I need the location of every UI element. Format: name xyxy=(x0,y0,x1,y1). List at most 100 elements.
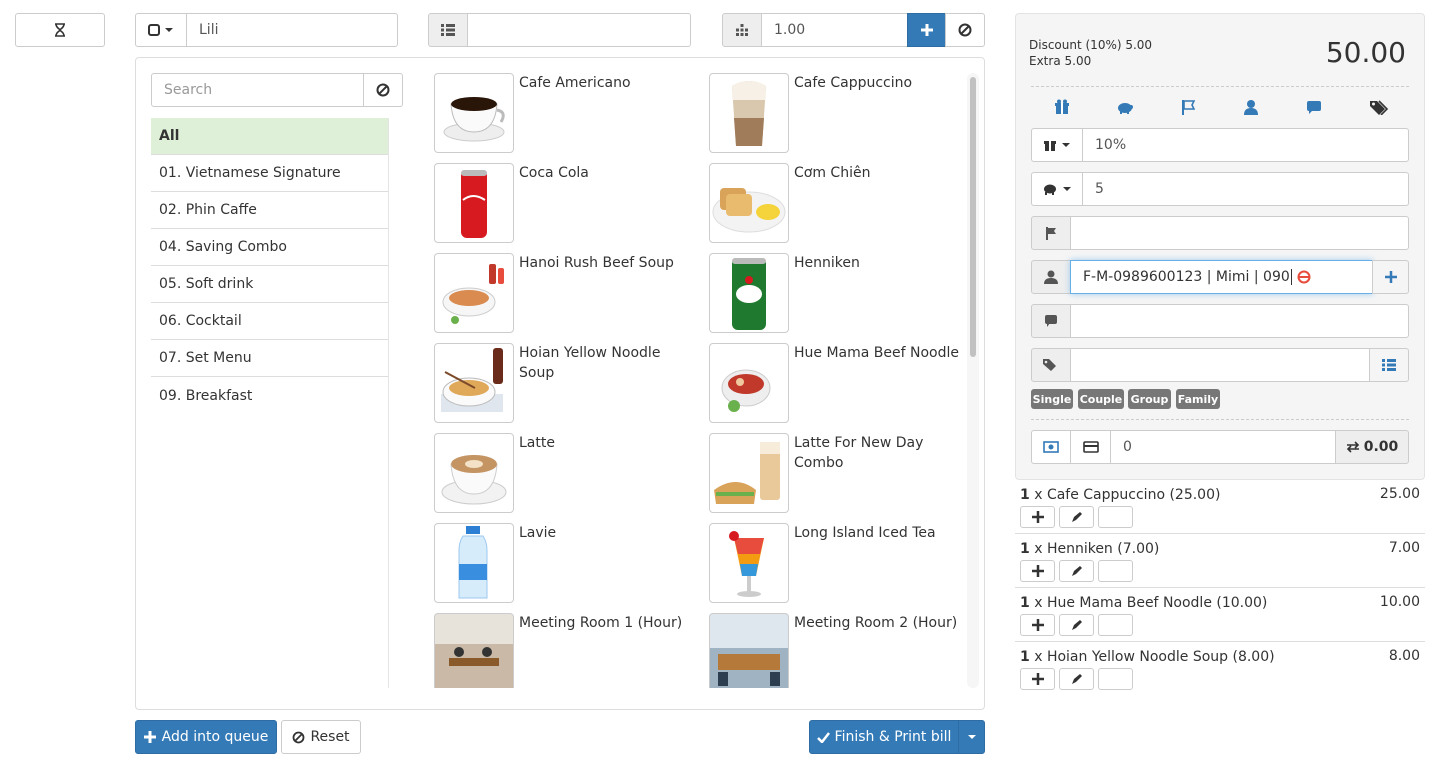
note-input[interactable] xyxy=(1070,304,1409,338)
product-image-com-chien[interactable] xyxy=(709,163,789,243)
product-name[interactable]: Cafe Cappuccino xyxy=(794,73,964,93)
category-all[interactable]: All xyxy=(151,118,388,155)
delete-line-button[interactable] xyxy=(1098,614,1133,636)
product-image-latte-for-new-day-combo[interactable] xyxy=(709,433,789,513)
add-customer-button[interactable] xyxy=(1372,260,1409,294)
delete-line-button[interactable] xyxy=(1098,668,1133,690)
tab-customer[interactable] xyxy=(1243,99,1259,115)
category-soft-drink[interactable]: 05. Soft drink xyxy=(151,266,388,303)
tags-input[interactable] xyxy=(1070,348,1370,382)
list-icon xyxy=(441,24,455,36)
search-input[interactable]: Search xyxy=(151,73,364,107)
clear-search-button[interactable] xyxy=(363,73,403,107)
timer-button[interactable] xyxy=(15,13,105,47)
tag-single[interactable]: Single xyxy=(1031,389,1073,409)
product-image-hoian-yellow-noodle-soup[interactable] xyxy=(434,343,514,423)
finish-print-bill-button[interactable]: Finish & Print bill xyxy=(809,720,959,754)
category-breakfast[interactable]: 09. Breakfast xyxy=(151,377,388,414)
add-quantity-button[interactable] xyxy=(907,13,946,47)
product-name[interactable]: Long Island Iced Tea xyxy=(794,523,964,543)
tab-discount[interactable] xyxy=(1054,99,1072,115)
product-image-cafe-americano[interactable] xyxy=(434,73,514,153)
tab-note[interactable] xyxy=(1306,99,1322,115)
category-scrollbar[interactable] xyxy=(388,118,404,688)
tag-group[interactable]: Group xyxy=(1128,389,1171,409)
product-name[interactable]: Hanoi Rush Beef Soup xyxy=(519,253,689,273)
order-line-name[interactable]: 1 x Hue Mama Beef Noodle (10.00) xyxy=(1020,595,1267,611)
category-saving-combo[interactable]: 04. Saving Combo xyxy=(151,229,388,266)
edit-line-button[interactable] xyxy=(1059,614,1094,636)
user-icon xyxy=(1044,270,1058,284)
payment-amount-value: 0 xyxy=(1123,439,1132,455)
tag-family[interactable]: Family xyxy=(1176,389,1220,409)
product-name[interactable]: Coca Cola xyxy=(519,163,689,183)
category-cocktail[interactable]: 06. Cocktail xyxy=(151,303,388,340)
quantity-input[interactable]: 1.00 xyxy=(761,13,908,47)
product-image-long-island-iced-tea[interactable] xyxy=(709,523,789,603)
tab-tags[interactable] xyxy=(1369,99,1389,116)
product-image-hanoi-rush-beef-soup[interactable] xyxy=(434,253,514,333)
product-name[interactable]: Hue Mama Beef Noodle xyxy=(794,343,964,363)
text-cursor xyxy=(1290,269,1292,285)
flag-input[interactable] xyxy=(1070,216,1409,250)
product-image-meeting-room-2[interactable] xyxy=(709,613,789,688)
customer-type-dropdown[interactable] xyxy=(135,13,187,47)
product-name[interactable]: Hoian Yellow Noodle Soup xyxy=(519,343,689,383)
tab-extra[interactable] xyxy=(1116,99,1134,115)
payment-amount-input[interactable]: 0 xyxy=(1110,430,1336,464)
edit-line-button[interactable] xyxy=(1059,668,1094,690)
order-line-total: 8.00 xyxy=(1388,648,1420,664)
discount-input[interactable]: 10% xyxy=(1082,128,1409,162)
table-list-button[interactable] xyxy=(428,13,468,47)
product-name[interactable]: Henniken xyxy=(794,253,964,273)
order-line-name[interactable]: 1 x Henniken (7.00) xyxy=(1020,541,1159,557)
category-vietnamese-signature[interactable]: 01. Vietnamese Signature xyxy=(151,155,388,192)
edit-line-button[interactable] xyxy=(1059,506,1094,528)
product-image-coca-cola[interactable] xyxy=(434,163,514,243)
product-image-latte[interactable] xyxy=(434,433,514,513)
card-payment-button[interactable] xyxy=(1070,430,1111,464)
customer-input[interactable]: F-M-0989600123 | Mimi | 090 xyxy=(1070,260,1373,294)
cash-payment-button[interactable] xyxy=(1031,430,1071,464)
increase-qty-button[interactable] xyxy=(1020,506,1055,528)
table-input[interactable] xyxy=(467,13,691,47)
square-icon xyxy=(148,24,160,36)
tag-couple[interactable]: Couple xyxy=(1078,389,1124,409)
product-image-hue-mama-beef-noodle[interactable] xyxy=(709,343,789,423)
product-name[interactable]: Cơm Chiên xyxy=(794,163,964,183)
clear-quantity-button[interactable] xyxy=(945,13,985,47)
increase-qty-button[interactable] xyxy=(1020,560,1055,582)
reset-button[interactable]: Reset xyxy=(281,720,361,754)
edit-line-button[interactable] xyxy=(1059,560,1094,582)
tab-flag[interactable] xyxy=(1181,99,1197,115)
customer-name-input[interactable]: Lili xyxy=(186,13,398,47)
product-image-henniken[interactable] xyxy=(709,253,789,333)
extra-input[interactable]: 5 xyxy=(1082,172,1409,206)
finish-options-dropdown[interactable] xyxy=(958,720,985,754)
product-image-meeting-room-1[interactable] xyxy=(434,613,514,688)
product-name[interactable]: Meeting Room 2 (Hour) xyxy=(794,613,964,633)
delete-line-button[interactable] xyxy=(1098,506,1133,528)
tags-list-button[interactable] xyxy=(1369,348,1409,382)
category-phin-caffe[interactable]: 02. Phin Caffe xyxy=(151,192,388,229)
category-set-menu[interactable]: 07. Set Menu xyxy=(151,340,388,377)
product-name[interactable]: Latte xyxy=(519,433,689,453)
scrollbar-thumb[interactable] xyxy=(970,77,976,357)
product-scrollbar[interactable] xyxy=(967,73,979,688)
order-line-name[interactable]: 1 x Hoian Yellow Noodle Soup (8.00) xyxy=(1020,649,1275,665)
extra-type-dropdown[interactable] xyxy=(1031,172,1083,206)
add-into-queue-button[interactable]: Add into queue xyxy=(135,720,277,754)
product-name[interactable]: Lavie xyxy=(519,523,689,543)
increase-qty-button[interactable] xyxy=(1020,614,1055,636)
product-name[interactable]: Latte For New Day Combo xyxy=(794,433,964,473)
product-name[interactable]: Meeting Room 1 (Hour) xyxy=(519,613,689,633)
order-line-name[interactable]: 1 x Cafe Cappuccino (25.00) xyxy=(1020,487,1220,503)
exchange-icon xyxy=(1346,441,1359,453)
product-image-lavie[interactable] xyxy=(434,523,514,603)
money-icon xyxy=(1043,441,1059,453)
increase-qty-button[interactable] xyxy=(1020,668,1055,690)
delete-line-button[interactable] xyxy=(1098,560,1133,582)
product-image-cafe-cappuccino[interactable] xyxy=(709,73,789,153)
discount-type-dropdown[interactable] xyxy=(1031,128,1083,162)
product-name[interactable]: Cafe Americano xyxy=(519,73,689,93)
